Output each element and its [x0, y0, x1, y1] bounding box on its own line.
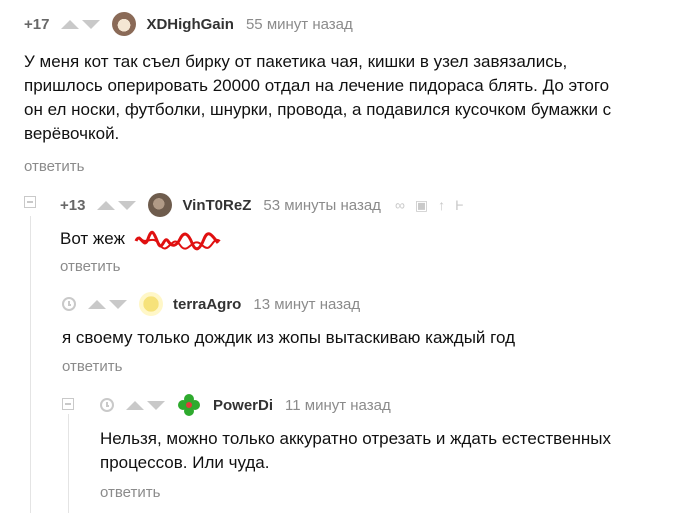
- timestamp[interactable]: 13 минут назад: [253, 296, 360, 313]
- comment-text: Нельзя, можно только аккуратно отрезать …: [100, 429, 611, 472]
- parent-arrow-icon[interactable]: ↑: [438, 197, 445, 213]
- comment-header: terraAgro 13 минут назад: [62, 292, 360, 316]
- comment-text: я своему только дождик из жопы вытаскива…: [62, 328, 515, 347]
- username[interactable]: terraAgro: [173, 296, 241, 313]
- collapse-button[interactable]: [62, 398, 74, 410]
- reply-link[interactable]: ответить: [60, 258, 120, 275]
- downvote-icon[interactable]: [109, 299, 127, 309]
- reply-link[interactable]: ответить: [100, 484, 160, 501]
- username[interactable]: VinT0ReZ: [182, 197, 251, 214]
- comment-header: +13 VinT0ReZ 53 минуты назад ∞ ▣ ↑ Ⱶ: [60, 193, 463, 217]
- upvote-icon[interactable]: [97, 200, 116, 210]
- reply-link[interactable]: ответить: [24, 158, 84, 175]
- link-icon[interactable]: ∞: [395, 197, 405, 213]
- clover-icon[interactable]: [177, 393, 201, 417]
- comment-header: PowerDi 11 минут назад: [100, 393, 391, 417]
- red-scribble-icon: [134, 230, 221, 250]
- reply-link[interactable]: ответить: [62, 358, 122, 375]
- upvote-icon[interactable]: [126, 400, 144, 410]
- downvote-icon[interactable]: [82, 19, 101, 29]
- avatar[interactable]: [139, 292, 163, 316]
- save-icon[interactable]: ▣: [415, 197, 428, 214]
- thread-line[interactable]: [30, 216, 31, 513]
- timestamp[interactable]: 53 минуты назад: [263, 197, 381, 214]
- avatar[interactable]: [112, 12, 137, 36]
- upvote-icon[interactable]: [88, 299, 106, 309]
- comment-text: У меня кот так съел бирку от пакетика ча…: [24, 52, 612, 143]
- branch-icon[interactable]: Ⱶ: [455, 197, 463, 213]
- timestamp[interactable]: 11 минут назад: [285, 397, 391, 414]
- comment-text-visible: Вот жеж: [60, 229, 125, 248]
- upvote-icon[interactable]: [61, 19, 80, 29]
- comment-rating: +17: [24, 15, 50, 33]
- username[interactable]: PowerDi: [213, 397, 273, 414]
- clock-icon: [62, 297, 76, 311]
- comment-text: Вот жеж: [60, 227, 224, 251]
- downvote-icon[interactable]: [147, 400, 165, 410]
- downvote-icon[interactable]: [118, 200, 137, 210]
- clock-icon: [100, 398, 114, 412]
- thread-line[interactable]: [68, 414, 69, 513]
- collapse-button[interactable]: [24, 196, 36, 208]
- comment-header: +17 XDHighGain 55 минут назад: [24, 12, 353, 36]
- username[interactable]: XDHighGain: [146, 16, 234, 33]
- avatar[interactable]: [148, 193, 173, 217]
- timestamp[interactable]: 55 минут назад: [246, 16, 353, 33]
- comment-rating: +13: [60, 196, 86, 214]
